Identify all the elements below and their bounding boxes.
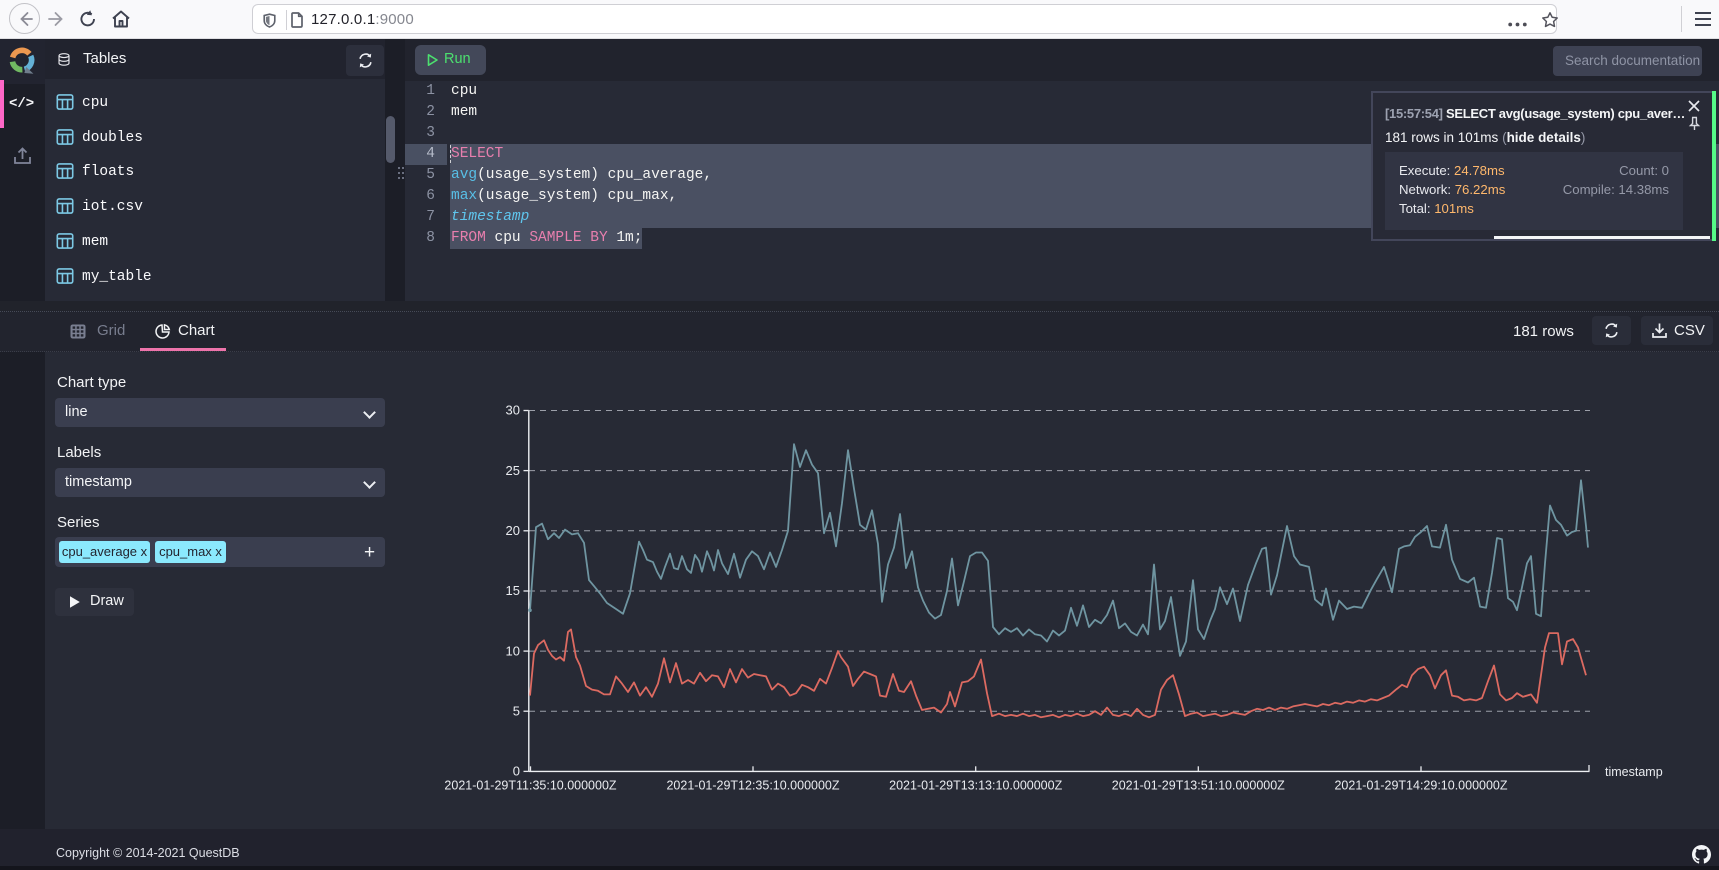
svg-text:2021-01-29T14:29:10.000000Z: 2021-01-29T14:29:10.000000Z [1334, 779, 1507, 793]
svg-text:2021-01-29T12:35:10.000000Z: 2021-01-29T12:35:10.000000Z [666, 779, 839, 793]
svg-text:0: 0 [513, 764, 520, 779]
svg-text:30: 30 [506, 403, 520, 418]
svg-text:2021-01-29T13:13:10.000000Z: 2021-01-29T13:13:10.000000Z [889, 779, 1062, 793]
svg-text:10: 10 [506, 643, 520, 658]
svg-text:5: 5 [513, 704, 520, 719]
svg-text:15: 15 [506, 583, 520, 598]
svg-text:25: 25 [506, 463, 520, 478]
svg-text:20: 20 [506, 523, 520, 538]
svg-text:timestamp: timestamp [1605, 765, 1663, 779]
svg-text:2021-01-29T11:35:10.000000Z: 2021-01-29T11:35:10.000000Z [444, 779, 616, 793]
svg-text:2021-01-29T13:51:10.000000Z: 2021-01-29T13:51:10.000000Z [1112, 779, 1285, 793]
